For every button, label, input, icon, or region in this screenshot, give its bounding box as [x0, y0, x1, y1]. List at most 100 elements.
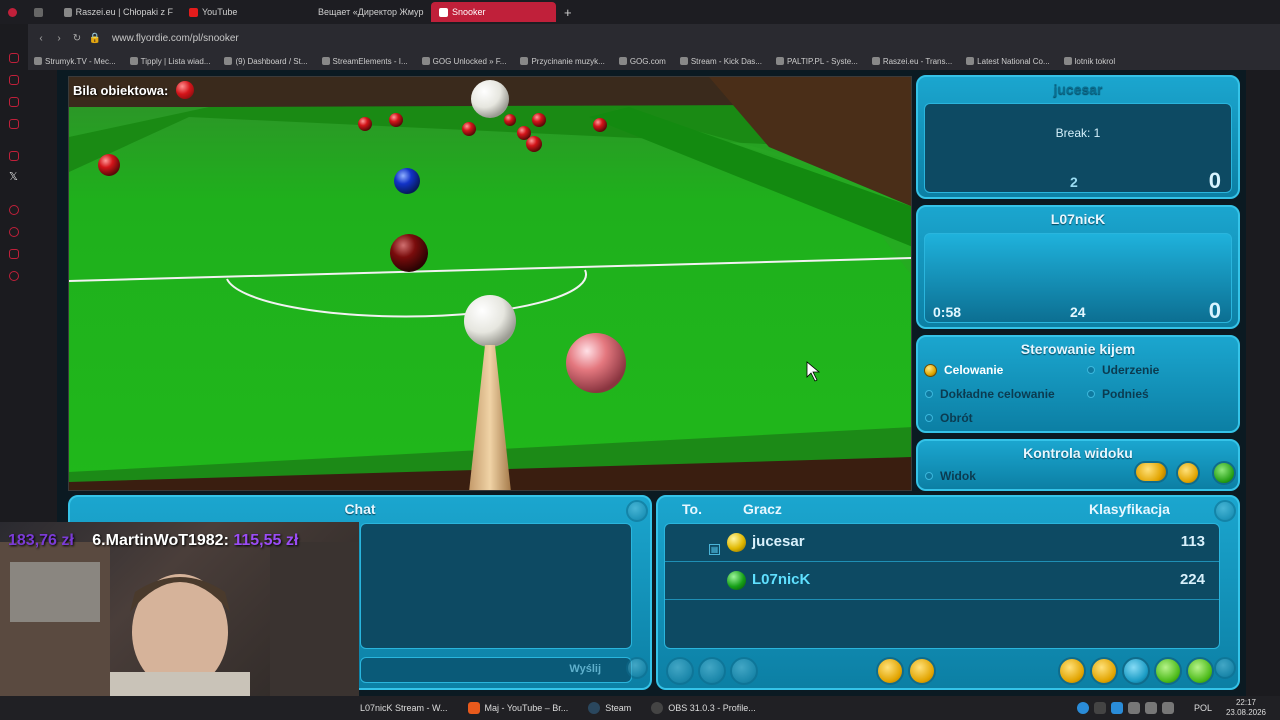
bookmark[interactable]: PALTIP.PL - Syste... — [775, 57, 858, 66]
url-field[interactable]: www.flyordie.com/pl/snooker — [112, 33, 239, 44]
exit-icon[interactable] — [1186, 657, 1214, 685]
taskbar-item[interactable]: Maj - YouTube – Br... — [458, 702, 579, 714]
bookmark-icon — [520, 57, 529, 66]
chat-title: Chat — [344, 501, 376, 517]
percent-icon[interactable] — [9, 151, 19, 161]
bookmark[interactable]: GOG Unlocked » F... — [421, 56, 507, 66]
bag-icon[interactable] — [9, 75, 19, 85]
send-button[interactable]: Wyślij — [569, 663, 601, 675]
bookmark-icon — [1063, 57, 1072, 66]
option-fine-aim[interactable]: Dokładne celowanie — [925, 387, 1055, 401]
bookmark[interactable]: (9) Dashboard / St... — [224, 57, 308, 66]
settings-icon[interactable] — [9, 271, 19, 281]
bookmark[interactable]: Latest National Co... — [966, 57, 1050, 66]
extensions-icon[interactable] — [9, 249, 19, 259]
chat-input[interactable]: Wyślij — [360, 657, 632, 683]
tab-stream[interactable]: Вещает «Директор Жмур — [306, 2, 431, 22]
sound-icon[interactable] — [908, 657, 936, 685]
snooker-table[interactable]: Bila obiektowa: — [68, 76, 912, 491]
tab-menu-icon[interactable] — [26, 2, 56, 22]
language-indicator[interactable]: POL — [1184, 703, 1222, 713]
chevron-up-icon[interactable] — [626, 500, 648, 522]
tab-youtube[interactable]: YouTube — [181, 2, 306, 22]
table-row[interactable]: ▦ jucesar 113 — [665, 524, 1219, 562]
bookmark[interactable]: StreamElements - I... — [321, 56, 408, 66]
player1-name: jucesar — [1053, 81, 1103, 97]
messenger-icon[interactable] — [9, 97, 19, 107]
table-view-icon[interactable] — [1212, 461, 1236, 485]
chevron-down-icon[interactable] — [626, 657, 648, 679]
mic-icon — [1144, 702, 1157, 714]
bookmarks-bar: Strumyk.TV - Mec... Tipply | Lista wiad.… — [0, 52, 1280, 70]
trophy-icon[interactable] — [1090, 657, 1118, 685]
player2-scorebox: 0:58 24 0 — [924, 233, 1232, 323]
bookmark[interactable]: GOG.com — [618, 57, 666, 66]
back-icon[interactable]: ‹ — [32, 33, 50, 44]
history-icon[interactable] — [9, 53, 19, 63]
red-ball — [504, 114, 516, 126]
forward-icon[interactable]: › — [50, 33, 68, 44]
player2-name: L07nicK — [1050, 211, 1106, 227]
donation-amount: 183,76 zł — [8, 532, 74, 549]
bookmark-label: StreamElements - I... — [332, 56, 408, 66]
red-ball — [462, 122, 476, 136]
player1-score: 0 — [1208, 168, 1221, 193]
player2-panel: L07nicK 0:58 24 0 — [916, 205, 1240, 329]
option-aim[interactable]: Celowanie — [924, 363, 1003, 377]
tab-raszei[interactable]: Raszei.eu | Chłopaki z F — [56, 2, 181, 22]
option-raise[interactable]: Podnieś — [1087, 387, 1149, 401]
tray-icon — [1093, 702, 1106, 714]
bookmark-label: GOG Unlocked » F... — [432, 56, 507, 66]
player-name: L07nicK — [752, 571, 811, 588]
bookmark[interactable]: Stream - Kick Das... — [679, 57, 762, 66]
ranking-list: ▦ jucesar 113 L07nicK 224 — [664, 523, 1220, 649]
tab-snooker[interactable]: Snooker — [431, 2, 556, 22]
chat-bubble-icon[interactable] — [1122, 657, 1150, 685]
system-tray[interactable] — [1067, 702, 1184, 714]
taskbar-label: Steam — [605, 703, 632, 713]
help-icon[interactable] — [1154, 657, 1182, 685]
lock-icon: 🔒 — [88, 32, 102, 44]
settings-gear-icon[interactable] — [876, 657, 904, 685]
info-icon[interactable] — [730, 657, 758, 685]
opera-icon[interactable] — [0, 2, 26, 22]
x-icon[interactable]: 𝕏 — [9, 170, 18, 183]
option-strike[interactable]: Uderzenie — [1087, 363, 1159, 377]
obs-icon — [651, 702, 664, 714]
clock[interactable]: 22:17 23.08.2026 — [1222, 698, 1280, 718]
view-control-panel: Kontrola widoku Widok — [916, 439, 1240, 491]
bookmark[interactable]: lotnik tokrol — [1063, 57, 1115, 66]
taskbar-item[interactable]: Steam — [578, 702, 641, 714]
table-row[interactable]: L07nicK 224 — [665, 562, 1219, 600]
player-icon[interactable] — [9, 205, 19, 215]
taskbar-label: OBS 31.0.3 - Profile... — [668, 703, 756, 713]
youtube-icon — [189, 7, 198, 17]
cue-stick[interactable] — [469, 345, 511, 491]
taskbar-item[interactable]: OBS 31.0.3 - Profile... — [641, 702, 766, 714]
clock-icon[interactable] — [9, 227, 19, 237]
rotate-view-icon[interactable] — [1176, 461, 1200, 485]
note-icon[interactable] — [9, 119, 19, 129]
add-icon[interactable] — [1058, 657, 1086, 685]
new-tab-button[interactable]: + — [556, 2, 576, 22]
block-icon[interactable] — [666, 657, 694, 685]
zoom-view-icon[interactable] — [1134, 461, 1168, 483]
bookmark[interactable]: Strumyk.TV - Mec... — [34, 57, 116, 66]
bookmark[interactable]: Tipply | Lista wiad... — [129, 57, 210, 66]
red-ball — [389, 113, 403, 127]
taskbar-item[interactable]: L07nicK Stream - W... — [350, 703, 458, 713]
reload-icon[interactable]: ↻ — [68, 33, 86, 44]
bookmark-icon — [775, 57, 784, 66]
red-ball — [358, 117, 372, 131]
option-rotate[interactable]: Obrót — [925, 411, 973, 425]
chevron-up-icon[interactable] — [1214, 500, 1236, 522]
option-view[interactable]: Widok — [925, 469, 976, 483]
tab-label: YouTube — [202, 7, 238, 17]
clock-date: 23.08.2026 — [1225, 708, 1266, 717]
bookmark-icon — [679, 57, 688, 66]
bookmark[interactable]: Przycinanie muzyk... — [520, 57, 605, 66]
user-icon[interactable] — [698, 657, 726, 685]
bookmark[interactable]: Raszei.eu - Trans... — [871, 57, 952, 66]
col-rank: Klasyfikacja — [1089, 501, 1170, 517]
chevron-down-icon[interactable] — [1214, 657, 1236, 679]
